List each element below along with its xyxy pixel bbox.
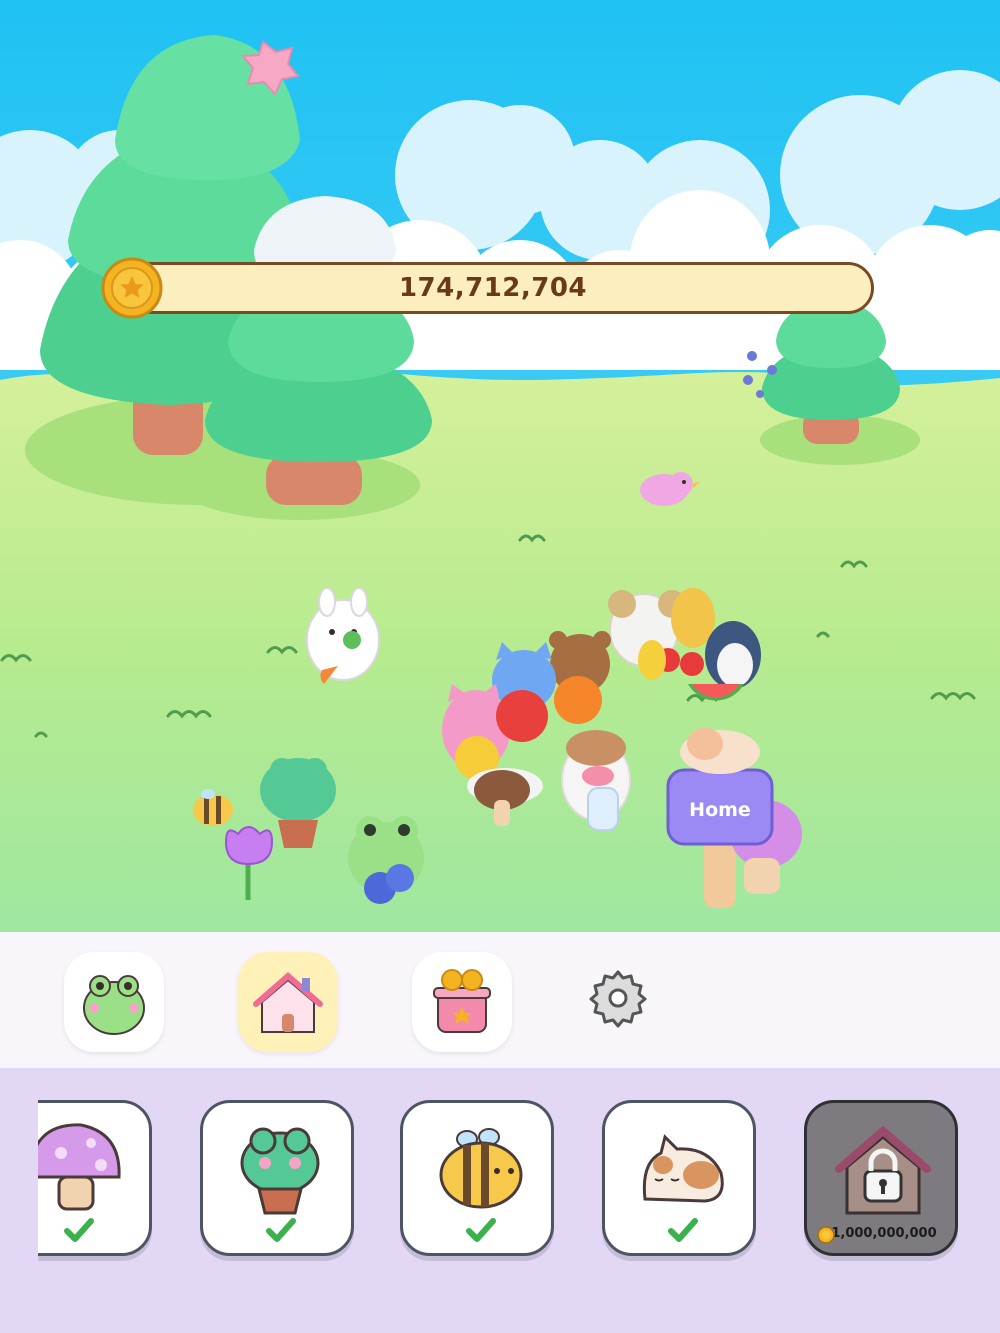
check-icon [266,1218,296,1242]
house-price: 1,000,000,000 [817,1226,951,1244]
bee-icon [439,1128,523,1242]
shelf-item-bee[interactable] [400,1100,554,1256]
coin-jar-icon [433,969,491,1033]
frog-pot-icon [240,1127,320,1242]
gear-icon [589,970,647,1028]
garden-scene [0,0,1000,932]
check-icon [466,1218,496,1242]
garden-background [0,0,1000,932]
tab-home[interactable] [238,952,338,1052]
house-icon [253,972,323,1033]
cat-icon [642,1134,724,1242]
home-sign[interactable]: Home [668,788,772,832]
shelf-item-frog-pot[interactable] [200,1100,354,1256]
tab-frogs[interactable] [64,952,164,1052]
frog-icon [83,975,145,1035]
coin-icon [101,257,163,319]
tab-settings[interactable] [586,966,650,1030]
check-icon [64,1218,94,1242]
shelf-item-cat[interactable] [602,1100,756,1256]
house-price-value: 1,000,000,000 [831,1226,937,1241]
coin-icon [817,1226,835,1244]
coin-balance-bar: 174,712,704 [112,262,874,314]
coin-balance-value: 174,712,704 [398,273,588,303]
shelf-item-house-locked[interactable]: 1,000,000,000 [804,1100,958,1256]
tab-shop[interactable] [412,952,512,1052]
check-icon [668,1218,698,1242]
